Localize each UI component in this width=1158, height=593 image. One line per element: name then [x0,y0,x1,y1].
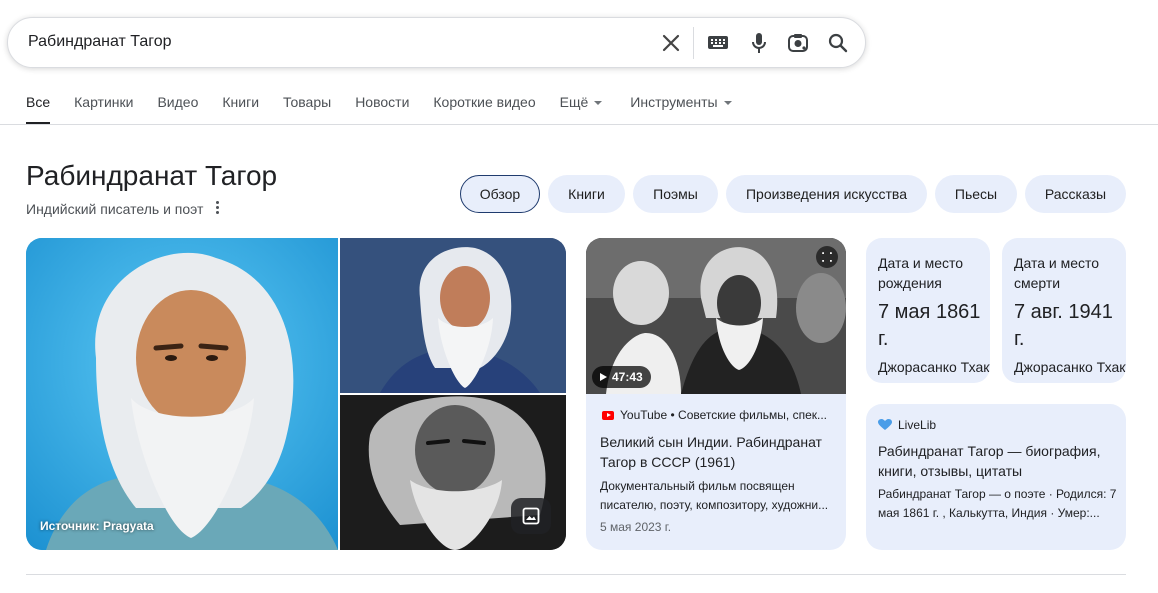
birth-date: 7 мая 1861 г. [878,301,981,350]
chevron-down-icon [723,101,732,106]
livelib-description: Рабиндранат Тагор — о поэте · Родился: 7… [878,487,1117,520]
tab-images[interactable]: Картинки [74,94,133,125]
search-bar[interactable]: Рабиндранат Тагор [7,17,866,68]
death-place: Джорасанко Тхакур Бари [1014,359,1126,375]
microphone-icon[interactable] [747,31,771,55]
entity-subtitle: Индийский писатель и поэт [26,201,204,217]
tab-all[interactable]: Все [26,94,51,125]
chip-poems[interactable]: Поэмы [633,175,718,213]
chip-overview[interactable]: Обзор [460,175,540,213]
tab-shopping[interactable]: Товары [283,94,331,125]
chip-plays[interactable]: Пьесы [935,175,1017,213]
chevron-down-icon [594,101,603,106]
tab-books[interactable]: Книги [222,94,259,125]
video-description: Документальный фильм посвящен писателю, … [600,479,829,512]
camera-lens-icon[interactable] [786,31,810,55]
more-options-icon[interactable] [214,200,222,216]
keyboard-icon[interactable] [706,31,730,55]
main-portrait-image[interactable] [26,238,338,550]
chip-artworks[interactable]: Произведения искусства [726,175,927,213]
image-icon [522,507,540,525]
youtube-icon [602,410,614,420]
video-duration-badge: 47:43 [592,366,651,388]
portrait-painting-image[interactable] [340,238,566,393]
death-label: Дата и место смерти [1014,255,1100,291]
video-source: YouTube • Советские фильмы, спек... [602,408,827,422]
chip-stories[interactable]: Рассказы [1025,175,1126,213]
video-date: 5 мая 2023 г. [600,520,672,534]
tab-videos[interactable]: Видео [157,94,198,125]
livelib-card[interactable]: LiveLib Рабиндранат Тагор — биография, к… [866,404,1126,550]
tab-short-videos[interactable]: Короткие видео [433,94,535,125]
video-card[interactable]: 47:43 YouTube • Советские фильмы, спек..… [586,238,846,550]
livelib-source: LiveLib [878,418,936,432]
video-thumbnail[interactable]: 47:43 [586,238,846,394]
image-gallery-button[interactable] [511,498,551,534]
livelib-title[interactable]: Рабиндранат Тагор — биография, книги, от… [878,441,1118,481]
search-icon[interactable] [826,31,850,55]
entity-title: Рабиндранат Тагор [26,160,278,191]
play-icon [600,373,607,381]
search-divider [693,27,694,59]
section-divider [26,574,1126,575]
tab-more[interactable]: Ещё [560,94,603,125]
expand-icon[interactable] [816,246,838,268]
heart-icon [878,419,892,430]
chip-books[interactable]: Книги [548,175,625,213]
death-date: 7 авг. 1941 г. [1014,301,1113,350]
tabs-divider [0,124,1158,125]
search-input[interactable]: Рабиндранат Тагор [28,33,172,51]
image-source-label: Источник: Pragyata [40,519,154,533]
tab-tools[interactable]: Инструменты [630,94,732,125]
search-tabs: Все Картинки Видео Книги Товары Новости … [26,94,756,125]
death-fact-card[interactable]: Дата и место смерти 7 авг. 1941 г. Джора… [1002,238,1126,383]
birth-place: Джорасанко Тхакур Бари [878,359,990,375]
clear-icon[interactable] [659,31,683,55]
tab-news[interactable]: Новости [355,94,409,125]
birth-fact-card[interactable]: Дата и место рождения 7 мая 1861 г. Джор… [866,238,990,383]
birth-label: Дата и место рождения [878,255,964,291]
video-title[interactable]: Великий сын Индии. Рабиндранат Тагор в С… [600,432,836,472]
